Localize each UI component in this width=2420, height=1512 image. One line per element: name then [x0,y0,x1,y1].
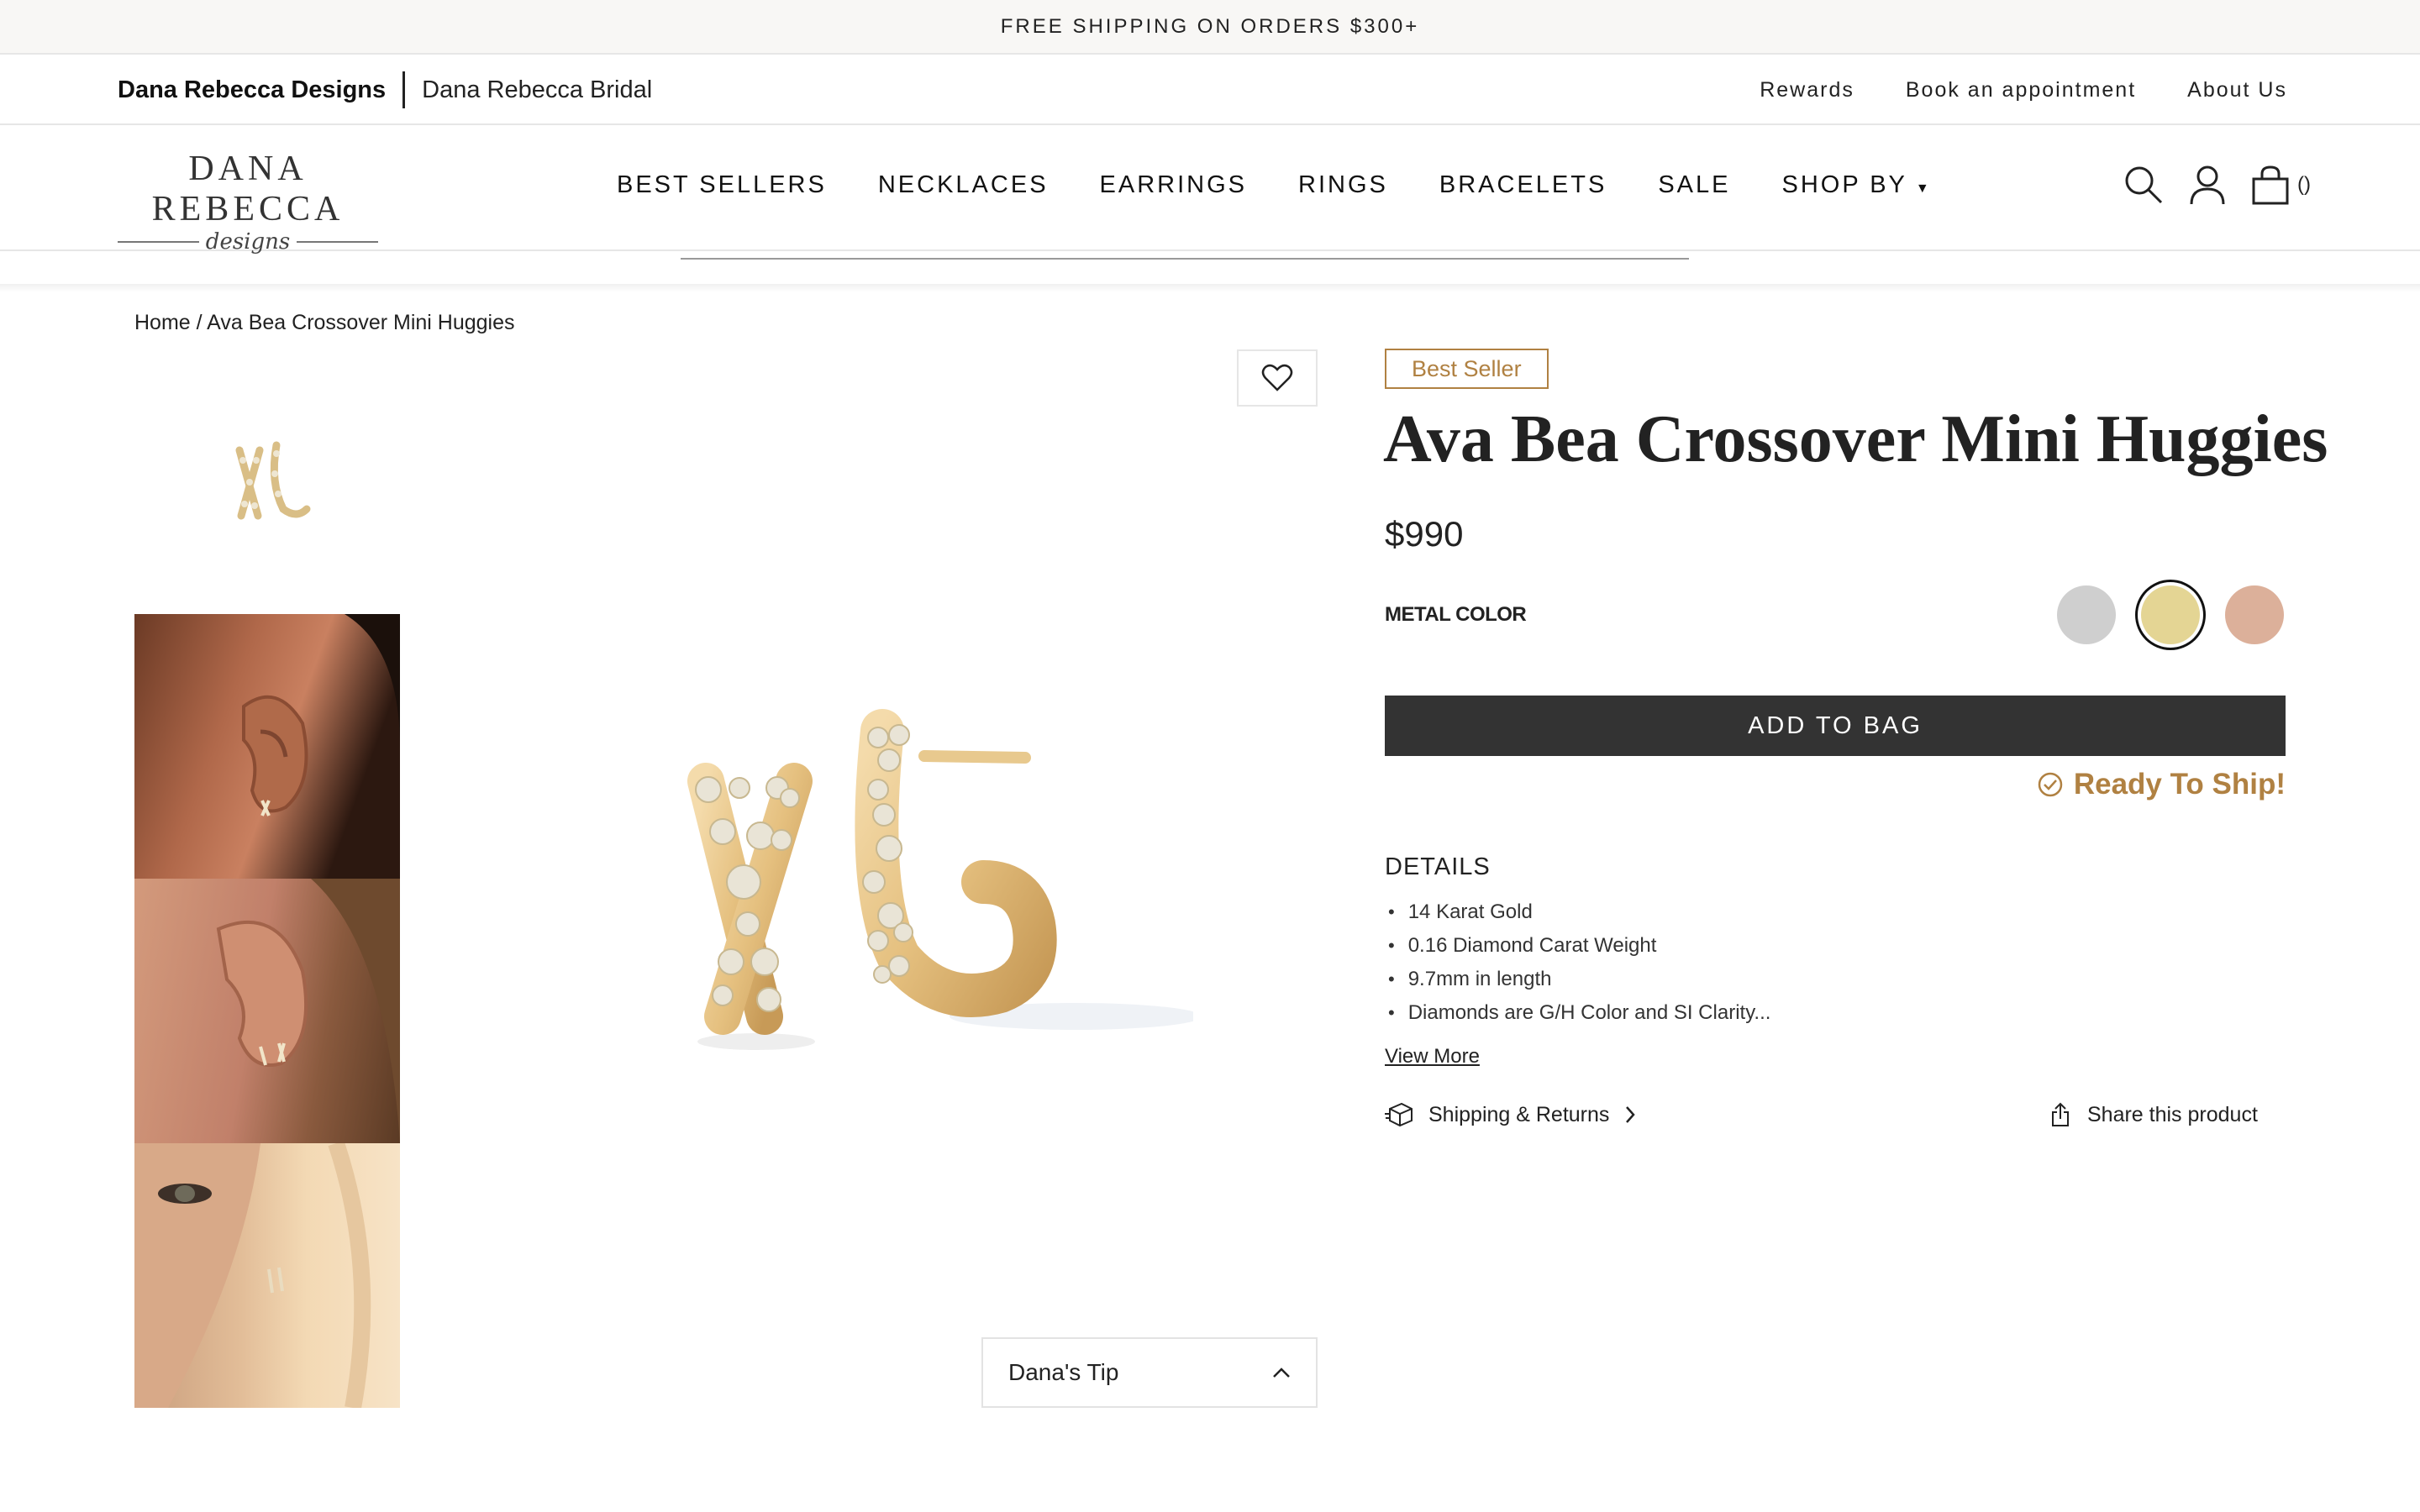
breadcrumb[interactable]: Home / Ava Bea Crossover Mini Huggies [134,311,515,335]
nav-sale[interactable]: SALE [1658,171,1730,199]
nav-shop-by-label: SHOP BY [1781,171,1907,198]
share-icon [2052,1102,2069,1126]
thumbnail-model-face[interactable] [134,1143,400,1408]
share-product-button[interactable]: Share this product [2050,1102,2258,1127]
metal-color-swatches [2057,585,2284,644]
chevron-up-icon [1273,1368,1290,1378]
about-us-link[interactable]: About Us [2187,78,2287,102]
detail-item: 9.7mm in length [1385,963,1770,996]
swatch-yellow-gold[interactable] [2141,585,2200,644]
header-actions: () [2123,125,2311,244]
danas-tip-label: Dana's Tip [1008,1359,1119,1385]
add-to-bag-button[interactable]: ADD TO BAG [1385,696,2286,756]
thumbnail-product[interactable] [134,350,400,614]
danas-tip-toggle[interactable]: Dana's Tip [981,1337,1318,1408]
shipping-returns-link[interactable]: Shipping & Returns [1385,1102,1636,1127]
nav-divider [681,258,1689,260]
detail-item: 14 Karat Gold [1385,895,1770,929]
nav-earrings[interactable]: EARRINGS [1100,171,1247,199]
ready-to-ship-status: Ready To Ship! [2037,768,2286,801]
detail-item: 0.16 Diamond Carat Weight [1385,929,1770,963]
share-product-label: Share this product [2087,1102,2258,1126]
main-nav: BEST SELLERS NECKLACES EARRINGS RINGS BR… [617,125,1932,244]
product-title: Ava Bea Crossover Mini Huggies [1383,402,2328,476]
view-more-link[interactable]: View More [1385,1045,1480,1068]
main-header: DANA REBECCA designs BEST SELLERS NECKLA… [0,125,2420,255]
shipping-returns-label: Shipping & Returns [1428,1102,1610,1126]
brand-link-bridal[interactable]: Dana Rebecca Bridal [422,76,652,104]
thumbnail-model-ear-1[interactable] [134,614,400,879]
utility-bar: Dana Rebecca Designs Dana Rebecca Bridal… [0,55,2420,125]
cart-count: () [2297,173,2311,196]
announcement-bar: FREE SHIPPING ON ORDERS $300+ [0,0,2420,55]
brand-divider [402,71,406,108]
ready-to-ship-text: Ready To Ship! [2073,768,2286,801]
main-product-image[interactable] [622,672,1202,1109]
thumbnail-model-ear-2[interactable] [134,879,400,1143]
header-shadow [0,284,2420,292]
brand-link-designs[interactable]: Dana Rebecca Designs [118,76,386,104]
nav-rings[interactable]: RINGS [1298,171,1388,199]
wishlist-button[interactable] [1237,349,1318,407]
account-icon[interactable] [2188,164,2227,206]
announcement-text: FREE SHIPPING ON ORDERS $300+ [1000,14,1420,38]
shopping-bag-icon [2252,165,2289,205]
metal-color-label: METAL COLOR [1385,603,1527,626]
chevron-down-icon: ▼ [1915,181,1932,196]
heart-icon [1261,364,1293,391]
logo-wordmark: DANA REBECCA [151,150,345,228]
logo-subtitle: designs [205,229,291,255]
product-price: $990 [1385,514,1464,554]
book-appointment-link[interactable]: Book an appointment [1906,78,2136,102]
cart-button[interactable]: () [2250,164,2311,206]
rewards-link[interactable]: Rewards [1760,78,1854,102]
details-heading: DETAILS [1385,853,1491,880]
search-icon[interactable] [2123,164,2165,206]
gallery-thumbnails [134,350,400,1408]
nav-bracelets[interactable]: BRACELETS [1439,171,1607,199]
check-circle-icon [2038,772,2063,797]
utility-links: Rewards Book an appointment About Us [1760,55,2287,125]
best-seller-badge: Best Seller [1385,349,1549,389]
swatch-rose-gold[interactable] [2225,585,2284,644]
swatch-white-gold[interactable] [2057,585,2116,644]
chevron-right-icon [1626,1106,1636,1123]
details-list: 14 Karat Gold 0.16 Diamond Carat Weight … [1385,895,1771,1030]
nav-shop-by[interactable]: SHOP BY ▼ [1781,171,1931,199]
nav-best-sellers[interactable]: BEST SELLERS [617,171,827,199]
package-icon [1385,1102,1413,1127]
brand-switcher: Dana Rebecca Designs Dana Rebecca Bridal [118,55,652,125]
site-logo[interactable]: DANA REBECCA designs [118,149,379,255]
detail-item: Diamonds are G/H Color and SI Clarity... [1385,996,1771,1030]
nav-necklaces[interactable]: NECKLACES [878,171,1049,199]
